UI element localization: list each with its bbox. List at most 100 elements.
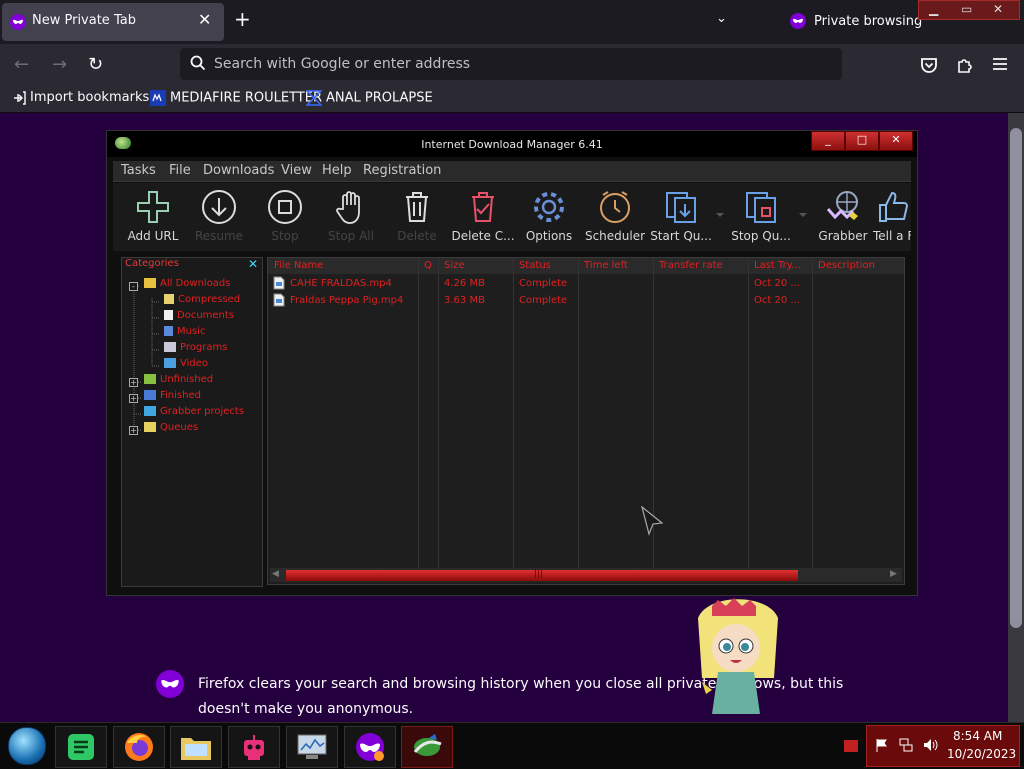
bookmark-anal-prolapse[interactable]: ANAL PROLAPSE [306,90,433,106]
add-url-button[interactable]: Add URL [115,189,191,249]
menu-help[interactable]: Help [322,163,352,178]
menu-downloads[interactable]: Downloads [203,163,274,178]
expand-unfinished[interactable]: + [129,378,138,387]
expand-queues[interactable]: + [129,426,138,435]
scheduler-button[interactable]: Scheduler [577,189,653,249]
bookmark-mediafire[interactable]: MEDIAFIRE ROULETTER [150,90,322,106]
expand-finished[interactable]: + [129,394,138,403]
toolbar-label: Delete [397,229,437,243]
start-queue-button[interactable]: Start Qu... [643,189,719,249]
category-video[interactable]: Video [164,358,208,369]
idm-menu-bar: Tasks File Downloads View Help Registrat… [113,161,911,182]
address-bar[interactable] [180,48,842,80]
category-unfinished[interactable]: Unfinished [144,374,213,385]
idm-title-bar[interactable]: Internet Download Manager 6.41 _ □ ✕ [107,131,917,157]
grabber-button[interactable]: Grabber [805,189,881,249]
taskbar-firefox-private[interactable] [344,726,396,768]
category-music[interactable]: Music [164,326,205,337]
bookmark-import[interactable]: Import bookmarks... [12,90,162,105]
taskbar-idm[interactable] [401,726,453,768]
search-input[interactable] [214,53,814,75]
delete-button[interactable]: Delete [379,189,455,249]
grabber-projects-icon [144,406,156,416]
restore-button[interactable]: ▭ [961,2,972,16]
volume-icon[interactable] [923,738,939,752]
taskbar-task-manager[interactable] [286,726,338,768]
flag-icon[interactable] [875,738,889,752]
column-description[interactable]: Description [818,260,875,271]
minimize-button[interactable]: ▁ [929,2,938,16]
idm-window: Internet Download Manager 6.41 _ □ ✕ Tas… [106,130,918,596]
file-size: 4.26 MB [444,278,485,289]
reload-button[interactable]: ↻ [88,54,103,75]
start-orb-icon[interactable] [8,727,46,765]
stop-all-button[interactable]: Stop All [313,189,389,249]
column-transfer-rate[interactable]: Transfer rate [659,260,723,271]
pocket-icon[interactable] [920,56,938,74]
horizontal-scrollbar[interactable]: ◀ ||| ▶ [270,568,902,582]
list-all-tabs-button[interactable]: ⌄ [716,11,727,26]
menu-file[interactable]: File [169,163,191,178]
menu-icon[interactable] [992,57,1008,71]
toolbar-label: Options [525,229,573,243]
scroll-right-icon[interactable]: ▶ [890,569,897,579]
video-file-icon [273,276,285,290]
tell-a-friend-button[interactable]: Tell a F [873,189,911,249]
clock-date[interactable]: 10/20/2023 [947,747,1016,761]
resume-button[interactable]: Resume [181,189,257,249]
options-button[interactable]: Options [511,189,587,249]
menu-registration[interactable]: Registration [363,163,441,178]
category-finished[interactable]: Finished [144,390,201,401]
page-scrollbar-thumb[interactable] [1010,128,1022,628]
menu-view[interactable]: View [281,163,312,178]
column-last-try[interactable]: Last Try... [754,260,801,271]
column-status[interactable]: Status [519,260,551,271]
category-label: Unfinished [160,374,214,385]
extensions-icon[interactable] [956,56,974,74]
network-icon[interactable] [899,738,913,752]
stop-queue-button[interactable]: Stop Qu... [723,189,799,249]
column-file-name[interactable]: File Name [274,260,323,271]
tab-new-private[interactable]: New Private Tab ✕ [2,3,224,41]
category-documents[interactable]: Documents [164,310,234,321]
tab-title: New Private Tab [32,13,136,28]
idm-maximize-button[interactable]: □ [845,131,879,151]
horizontal-scrollbar-thumb[interactable]: ||| [286,569,798,581]
show-hidden-icons-button[interactable] [844,740,858,752]
folder-icon [181,738,211,760]
back-button[interactable]: ← [14,54,29,75]
idm-minimize-button[interactable]: _ [811,131,845,151]
taskbar-notes-app[interactable] [55,726,107,768]
delete-completed-button[interactable]: Delete C... [445,189,521,249]
category-programs[interactable]: Programs [164,342,227,353]
taskbar-file-explorer[interactable] [170,726,222,768]
category-queues[interactable]: Queues [144,422,198,433]
file-name: Fraldas Peppa Pig.mp4 [290,295,404,306]
category-label: Programs [180,342,228,353]
column-divider [812,258,813,568]
category-label: Queues [160,422,199,433]
menu-tasks[interactable]: Tasks [121,163,156,178]
new-tab-button[interactable]: + [234,9,251,29]
category-all-downloads[interactable]: All Downloads [144,278,231,289]
collapse-all-downloads[interactable]: - [129,282,138,291]
close-tab-icon[interactable]: ✕ [198,10,211,29]
taskbar-firefox[interactable] [113,726,165,768]
column-divider [748,258,749,568]
idm-icon [413,734,442,756]
stop-button[interactable]: Stop [247,189,323,249]
category-compressed[interactable]: Compressed [164,294,240,305]
scroll-left-icon[interactable]: ◀ [272,569,279,579]
taskbar-robot-app[interactable] [228,726,280,768]
star-butterfly-mascot-icon [698,598,778,714]
column-size[interactable]: Size [444,260,465,271]
category-grabber-projects[interactable]: Grabber projects [144,406,244,417]
idm-close-button[interactable]: ✕ [879,131,913,151]
column-time-left[interactable]: Time left [584,260,628,271]
import-icon [14,90,26,105]
close-window-button[interactable]: ✕ [993,2,1003,16]
forward-button[interactable]: → [52,54,67,75]
clock-time[interactable]: 8:54 AM [953,729,1002,743]
download-list-header: File Name Q Size Status Time left Transf… [268,258,904,274]
column-queue[interactable]: Q [424,260,432,271]
